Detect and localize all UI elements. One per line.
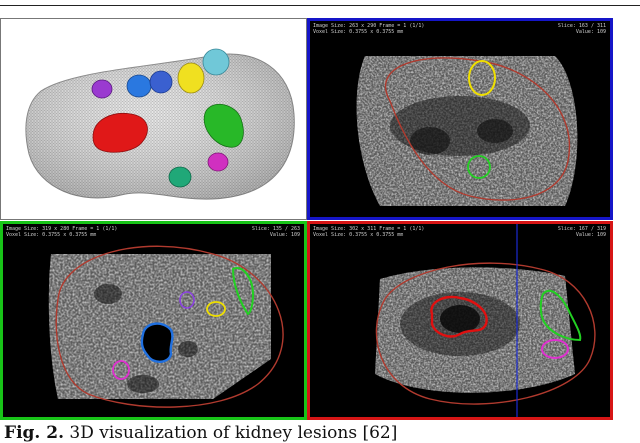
sagittal-ultrasound-svg <box>3 224 304 417</box>
coronal-voxel-size: Voxel Size: 0.3755 x 0.3755 mm <box>313 232 404 238</box>
figure-caption-label: Fig. 2. <box>4 423 64 443</box>
lesion-magenta-3d <box>207 152 229 172</box>
coronal-ultrasound-svg <box>310 224 610 417</box>
lesion-violet-3d <box>91 79 113 99</box>
kidney-lesion-figure: Image Size: 263 x 290 Frame = 1 (1/1) Vo… <box>0 18 618 420</box>
axial-ultrasound-svg <box>310 21 610 217</box>
sagittal-value: Value: 109 <box>269 232 300 238</box>
axial-header-left: Image Size: 263 x 290 Frame = 1 (1/1) Vo… <box>313 23 424 35</box>
3d-kidney-mesh-panel[interactable] <box>0 18 307 220</box>
sagittal-header-left: Image Size: 319 x 280 Frame = 1 (1/1) Vo… <box>6 226 117 238</box>
axial-voxel-size: Voxel Size: 0.3755 x 0.3755 mm <box>313 29 404 35</box>
coronal-header-left: Image Size: 302 x 311 Frame = 1 (1/1) Vo… <box>313 226 424 238</box>
coronal-value: Value: 109 <box>575 232 606 238</box>
sagittal-voxel-size: Voxel Size: 0.3755 x 0.3755 mm <box>6 232 97 238</box>
axial-value: Value: 109 <box>575 29 606 35</box>
figure-caption-text: 3D visualization of kidney lesions [62] <box>69 423 398 443</box>
figure-caption: Fig. 2. 3D visualization of kidney lesio… <box>4 423 397 443</box>
lesion-yellow-3d <box>177 62 205 94</box>
page-top-rule <box>0 5 640 6</box>
axial-header-right: Slice: 163 / 311 Value: 109 <box>558 23 606 35</box>
lesion-cyan-3d <box>202 48 230 76</box>
ultrasound-axial-panel[interactable]: Image Size: 263 x 290 Frame = 1 (1/1) Vo… <box>307 18 613 220</box>
3d-kidney-mesh-svg <box>25 48 295 200</box>
lesion-teal-3d <box>168 166 192 188</box>
ultrasound-sagittal-panel[interactable]: Image Size: 319 x 280 Frame = 1 (1/1) Vo… <box>0 221 307 420</box>
sagittal-header-right: Slice: 135 / 263 Value: 109 <box>252 226 300 238</box>
lesion-blue-3d-a <box>126 74 152 98</box>
ultrasound-coronal-panel[interactable]: Image Size: 302 x 311 Frame = 1 (1/1) Vo… <box>307 221 613 420</box>
lesion-blue-3d-b <box>149 70 173 94</box>
coronal-header-right: Slice: 167 / 319 Value: 109 <box>558 226 606 238</box>
